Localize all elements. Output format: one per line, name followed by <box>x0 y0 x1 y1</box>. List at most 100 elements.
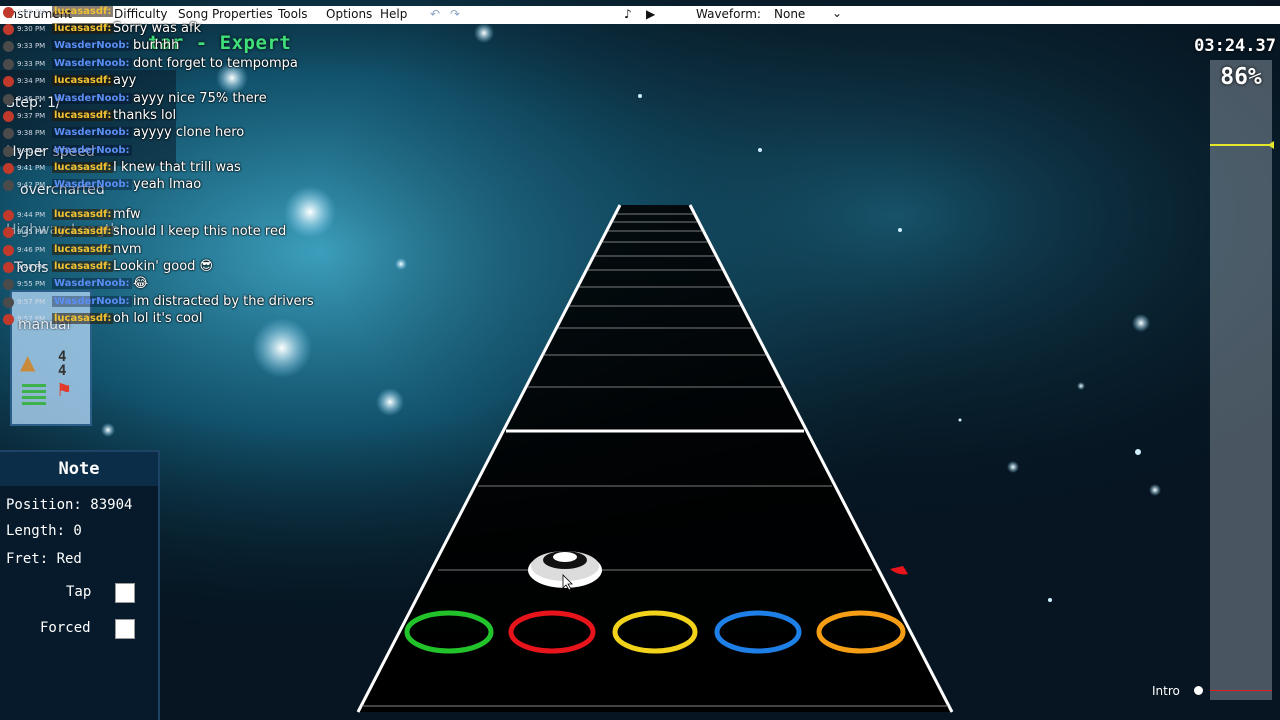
chat-username: WasderNoob: <box>52 296 132 307</box>
chat-timestamp: 9:40 PM <box>17 147 46 155</box>
song-timer: 03:24.37 <box>1194 36 1276 56</box>
avatar <box>3 7 14 18</box>
chat-username: WasderNoob: <box>52 93 132 104</box>
avatar <box>3 262 14 273</box>
chat-username: lucasasdf: <box>52 23 114 34</box>
chat-text: 😂 <box>133 276 149 291</box>
chat-username: lucasasdf: <box>52 261 114 272</box>
redo-icon[interactable]: ↷ <box>450 7 460 21</box>
avatar <box>3 279 14 290</box>
time-signature[interactable]: 44 <box>58 350 66 378</box>
chat-message: 9:44 PM lucasasdf: mfw <box>0 207 330 224</box>
chat-username: lucasasdf: <box>52 226 114 237</box>
avatar <box>3 210 14 221</box>
progress-marker[interactable] <box>1210 144 1272 146</box>
chevron-down-icon: ⌄ <box>831 6 842 20</box>
chat-text: oh lol it's cool <box>113 311 203 326</box>
chat-timestamp: 9:57 PM <box>17 315 46 323</box>
chat-text: burhhh <box>133 38 180 53</box>
chat-timestamp: 9:33 PM <box>17 60 46 68</box>
avatar <box>3 24 14 35</box>
chat-text: ayy <box>113 73 137 88</box>
chat-timestamp: 9:48 PM <box>17 263 46 271</box>
avatar <box>3 227 14 238</box>
chat-text: mfw <box>113 207 141 222</box>
menu-options[interactable]: Options <box>326 7 372 21</box>
song-progress-track[interactable] <box>1210 60 1272 700</box>
avatar <box>3 111 14 122</box>
chat-timestamp: 9:46 PM <box>17 8 46 16</box>
undo-icon[interactable]: ↶ <box>430 7 440 21</box>
chat-username: lucasasdf: <box>52 313 114 324</box>
chat-message: 9:38 PM WasderNoob: ayyyy clone hero <box>0 125 330 142</box>
section-line <box>1210 690 1272 691</box>
chat-message: 9:33 PM WasderNoob: burhhh <box>0 38 330 55</box>
avatar <box>3 76 14 87</box>
chat-timestamp: 9:57 PM <box>17 298 46 306</box>
chat-timestamp: 9:55 PM <box>17 280 46 288</box>
avatar <box>3 163 14 174</box>
bpm-bars-icon[interactable] <box>22 384 46 408</box>
note-panel-title: Note <box>0 452 158 486</box>
chat-message: 9:30 PM lucasasdf: Sorry was afk <box>0 21 330 38</box>
avatar <box>3 245 14 256</box>
chat-text: ayyyy clone hero <box>133 125 245 140</box>
chat-message: 9:48 PM lucasasdf: Lookin' good 😎 <box>0 259 330 276</box>
waveform-select[interactable]: None ⌄ <box>774 6 842 21</box>
note-length: Length: 0 <box>6 523 82 539</box>
chat-username: WasderNoob: <box>52 278 132 289</box>
forced-checkbox[interactable] <box>115 619 135 639</box>
flag-icon[interactable]: ⚑ <box>56 380 72 401</box>
chat-username: lucasasdf: <box>52 209 114 220</box>
chat-message: 9:33 PM WasderNoob: dont forget to tempomp… <box>0 56 330 73</box>
chat-message: 9:37 PM lucasasdf: thanks lol <box>0 108 330 125</box>
chat-message: 9:36 PM WasderNoob: ayyy nice 75% there <box>0 91 330 108</box>
chat-message: 9:45 PM lucasasdf: should I keep this note… <box>0 224 330 241</box>
avatar <box>3 59 14 70</box>
avatar <box>3 146 14 157</box>
section-name: Intro <box>1152 684 1180 698</box>
chat-timestamp: 9:38 PM <box>17 129 46 137</box>
chat-username: WasderNoob: <box>52 145 132 156</box>
avatar <box>3 94 14 105</box>
avatar <box>3 128 14 139</box>
chat-username: lucasasdf: <box>52 244 114 255</box>
chat-text: yeah lmao <box>133 177 202 192</box>
chat-text: should I keep this note red <box>113 224 287 239</box>
chat-text: ayyy nice 75% there <box>133 91 267 106</box>
chat-timestamp: 9:30 PM <box>17 25 46 33</box>
chat-text: I knew that trill was <box>113 160 241 175</box>
chat-text: thanks lol <box>113 108 177 123</box>
progress-percent: 86% <box>1220 64 1262 90</box>
avatar <box>3 41 14 52</box>
chat-text: nvm <box>113 242 142 257</box>
note-position: Position: 83904 <box>6 497 133 513</box>
chat-timestamp: 9:44 PM <box>17 211 46 219</box>
clap-icon[interactable]: ♪ <box>624 7 632 21</box>
chat-timestamp: 9:36 PM <box>17 95 46 103</box>
progress-marker-arrow <box>1268 141 1274 149</box>
chat-timestamp: 9:41 PM <box>17 164 46 172</box>
waveform-value: None <box>774 7 806 21</box>
play-icon[interactable]: ▶ <box>646 7 655 21</box>
tap-checkbox[interactable] <box>115 583 135 603</box>
chat-username: lucasasdf: <box>52 110 114 121</box>
chat-message: 9:55 PM WasderNoob: 😂 <box>0 276 330 293</box>
avatar <box>3 297 14 308</box>
chat-username: WasderNoob: <box>52 58 132 69</box>
waveform-label: Waveform: <box>696 7 761 21</box>
chat-username: WasderNoob: <box>52 179 132 190</box>
chat-timestamp: 9:37 PM <box>17 112 46 120</box>
chat-message: 9:46 PM lucasasdf: nvm <box>0 242 330 259</box>
chat-timestamp: 9:34 PM <box>17 77 46 85</box>
section-dot-icon[interactable] <box>1194 686 1203 695</box>
metronome-icon[interactable]: ▲ <box>20 350 35 374</box>
chat-username: WasderNoob: <box>52 40 132 51</box>
note-fret: Fret: Red <box>6 551 82 567</box>
chat-text: Sorry was afk <box>113 21 202 36</box>
menu-help[interactable]: Help <box>380 7 407 21</box>
chat-username: lucasasdf: <box>52 75 114 86</box>
chat-message: 9:41 PM lucasasdf: I knew that trill was <box>0 160 330 177</box>
chat-message: 9:46 PM lucasasdf: <box>0 4 330 21</box>
chat-message: 9:42 PM WasderNoob: yeah lmao <box>0 177 330 194</box>
